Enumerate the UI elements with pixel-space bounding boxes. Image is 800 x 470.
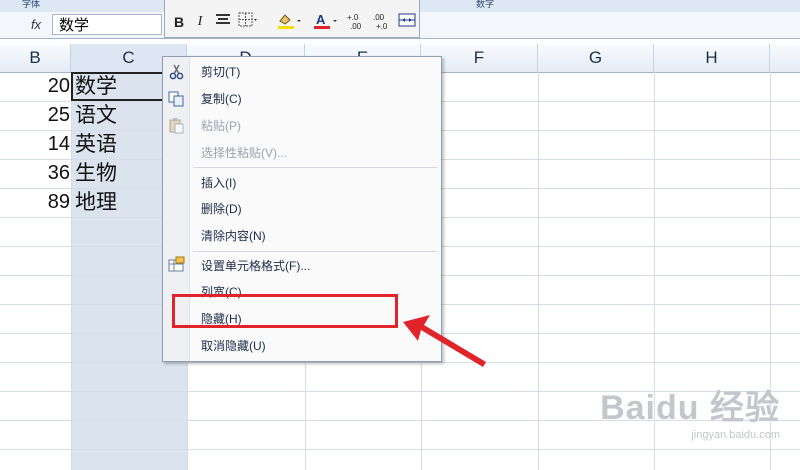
- watermark-main: Baidu 经验: [600, 389, 780, 427]
- watermark-sub: jingyan.baidu.com: [691, 429, 780, 441]
- baidu-watermark: Baidu 经验 jingyan.baidu.com: [600, 388, 780, 442]
